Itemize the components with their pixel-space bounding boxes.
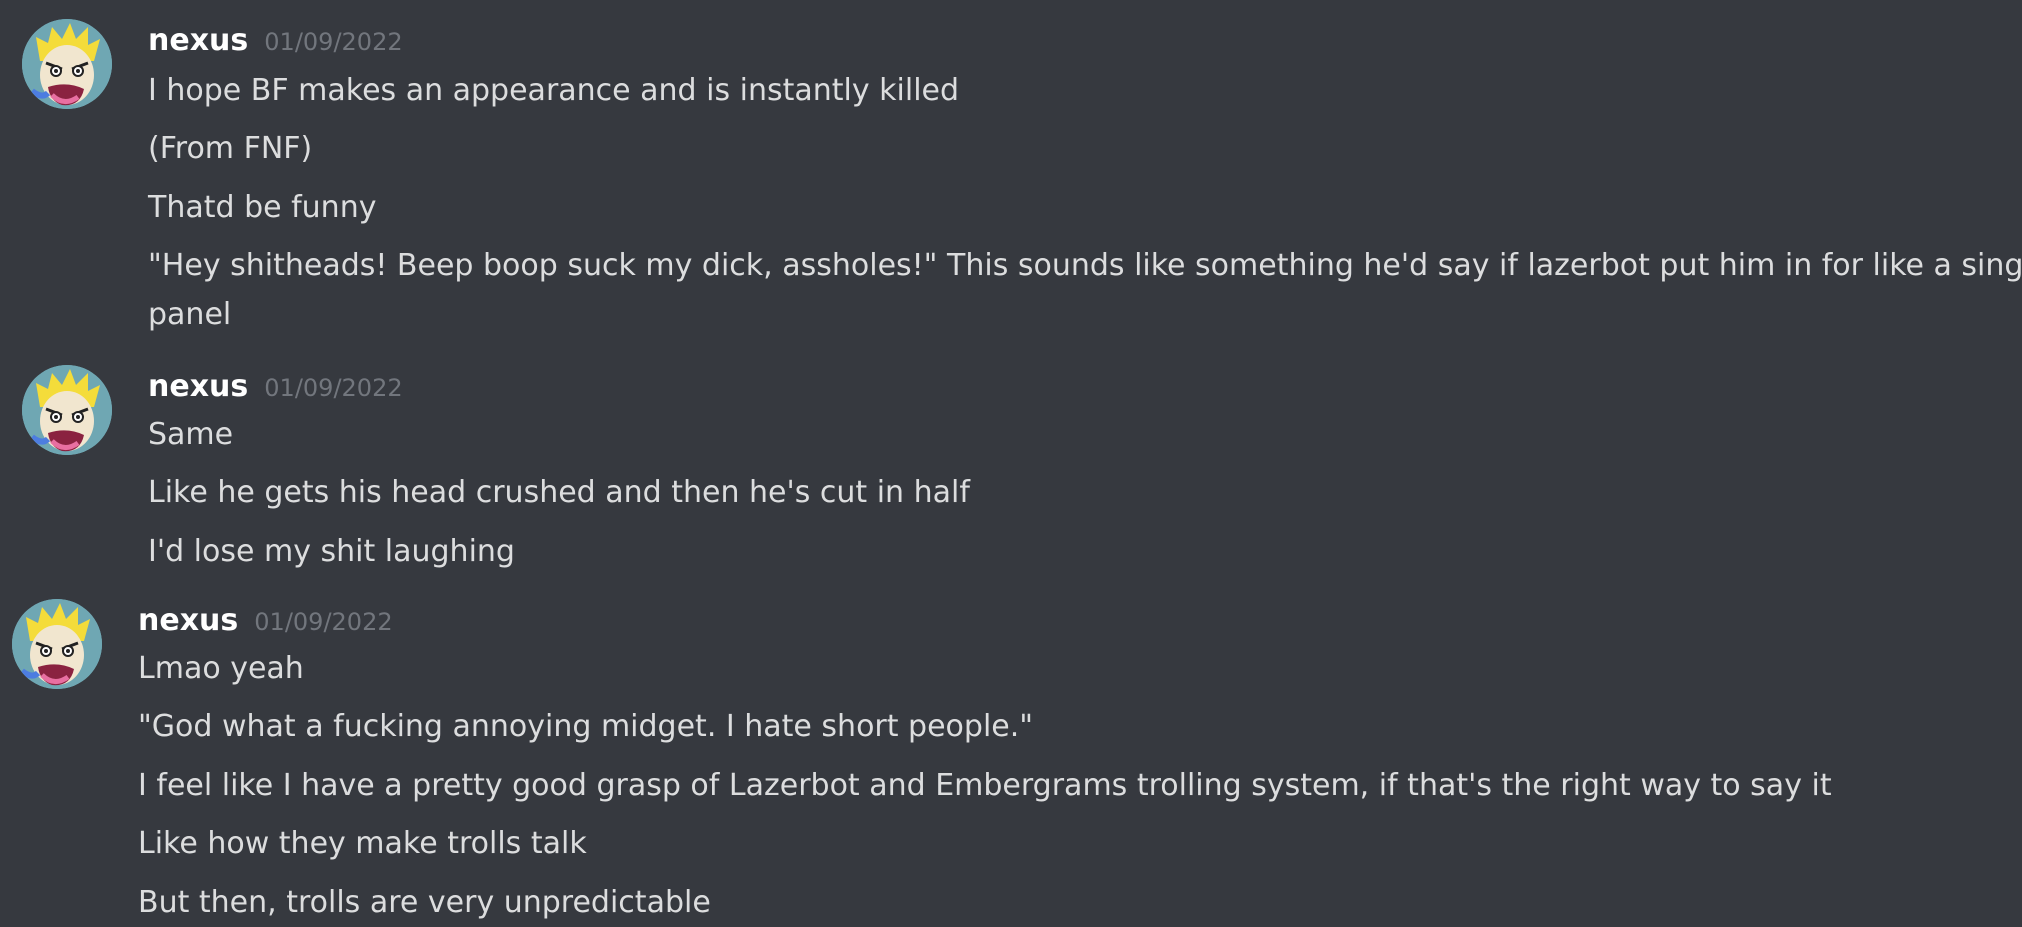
timestamp[interactable]: 01/09/2022 xyxy=(264,374,402,402)
message-text: I'd lose my shit laughing xyxy=(148,534,515,569)
timestamp[interactable]: 01/09/2022 xyxy=(254,608,392,636)
cartoon-face-avatar-icon xyxy=(22,19,112,109)
username[interactable]: nexus xyxy=(148,23,248,58)
message-header: nexus 01/09/2022 xyxy=(148,26,403,56)
message-text: But then, trolls are very unpredictable xyxy=(138,885,711,920)
cartoon-face-avatar-icon xyxy=(12,599,102,689)
avatar[interactable] xyxy=(12,599,102,689)
message-header: nexus 01/09/2022 xyxy=(138,606,393,636)
message-text: Thatd be funny xyxy=(148,190,377,225)
message-text: Like he gets his head crushed and then h… xyxy=(148,475,970,510)
timestamp[interactable]: 01/09/2022 xyxy=(264,28,402,56)
message-text: "God what a fucking annoying midget. I h… xyxy=(138,709,1034,744)
message-text: Same xyxy=(148,417,234,452)
cartoon-face-avatar-icon xyxy=(22,365,112,455)
message-text: panel xyxy=(148,297,232,332)
message-text: I hope BF makes an appearance and is ins… xyxy=(148,73,960,108)
avatar[interactable] xyxy=(22,19,112,109)
message-text: I feel like I have a pretty good grasp o… xyxy=(138,768,1832,803)
message-text: Lmao yeah xyxy=(138,651,304,686)
username[interactable]: nexus xyxy=(148,369,248,404)
message-text: (From FNF) xyxy=(148,131,313,166)
message-text: Like how they make trolls talk xyxy=(138,826,587,861)
message-text: "Hey shitheads! Beep boop suck my dick, … xyxy=(148,248,2022,283)
avatar[interactable] xyxy=(22,365,112,455)
message-header: nexus 01/09/2022 xyxy=(148,372,403,402)
username[interactable]: nexus xyxy=(138,603,238,638)
